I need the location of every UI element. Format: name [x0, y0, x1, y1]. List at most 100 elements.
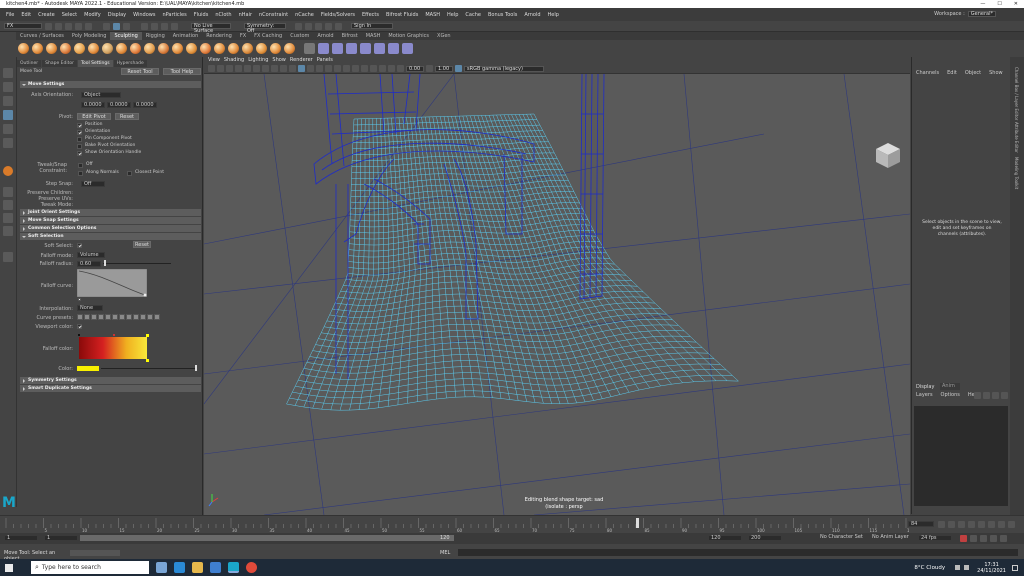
section-smart-duplicate[interactable]: Smart Duplicate Settings	[20, 385, 201, 392]
sculpt-brush-icon[interactable]	[172, 43, 183, 54]
viewport-menu-item[interactable]: Panels	[317, 57, 333, 64]
shelf-tab[interactable]: Poly Modeling	[68, 32, 111, 40]
current-time-marker[interactable]	[636, 518, 639, 528]
shelf-tab[interactable]: Arnold	[313, 32, 337, 40]
sculpt-tool-icon[interactable]	[388, 43, 399, 54]
pivot-reset-button[interactable]: Reset	[115, 113, 139, 120]
viewport-menu-item[interactable]: Renderer	[290, 57, 313, 64]
textured-icon[interactable]	[316, 65, 323, 72]
falloff-color-ramp[interactable]	[79, 337, 147, 359]
sculpt-brush-icon[interactable]	[144, 43, 155, 54]
clock[interactable]: 17:31 24/11/2021	[977, 562, 1006, 574]
shelf-tab[interactable]: MASH	[362, 32, 385, 40]
resolution-gate-icon[interactable]	[262, 65, 269, 72]
menu-item[interactable]: Arnold	[524, 12, 540, 18]
step-forward-key-icon[interactable]	[998, 521, 1005, 528]
audio-icon[interactable]	[980, 535, 987, 542]
shelf-tab[interactable]: FX Caching	[250, 32, 286, 40]
sculpt-brush-icon[interactable]	[18, 43, 29, 54]
safe-action-icon[interactable]	[289, 65, 296, 72]
range-bar[interactable]	[80, 535, 454, 541]
paint-select-icon[interactable]	[3, 96, 13, 106]
sculpt-tool-icon[interactable]	[360, 43, 371, 54]
shelf-tab[interactable]: Rigging	[142, 32, 169, 40]
grid-icon[interactable]	[244, 65, 251, 72]
sculpt-brush-icon[interactable]	[74, 43, 85, 54]
sculpt-brush-icon[interactable]	[186, 43, 197, 54]
hypershade-icon[interactable]	[325, 22, 332, 30]
reset-tool-button[interactable]: Reset Tool	[121, 68, 159, 75]
panel-tab[interactable]: Hypershade	[113, 60, 147, 67]
layout-two-icon[interactable]	[3, 213, 13, 223]
menu-item[interactable]: Fluids	[194, 12, 209, 18]
render-icon[interactable]	[295, 22, 302, 30]
gate-mask-icon[interactable]	[271, 65, 278, 72]
menu-item[interactable]: nCloth	[215, 12, 231, 18]
camera-attr-icon[interactable]	[217, 65, 224, 72]
side-tab-attribute-editor[interactable]: Attribute Editor	[1014, 122, 1019, 153]
anim-prefs-icon[interactable]	[970, 535, 977, 542]
section-joint-orient[interactable]: Joint Orient Settings	[20, 209, 201, 216]
store-icon[interactable]	[210, 562, 221, 573]
color-slider-handle[interactable]	[195, 365, 197, 371]
sculpt-tool-icon[interactable]	[346, 43, 357, 54]
soft-select-checkbox[interactable]	[77, 243, 82, 248]
viewport-panel[interactable]: View Shading Lighting Show Renderer Panels 0.…	[204, 57, 910, 515]
ramp-marker[interactable]	[113, 334, 115, 336]
viewport-menu-item[interactable]: View	[208, 57, 220, 64]
select-object-icon[interactable]	[113, 22, 120, 30]
curve-preset-icon[interactable]	[91, 314, 97, 320]
layer-down-icon[interactable]	[983, 392, 990, 399]
sculpt-brush-icon[interactable]	[32, 43, 43, 54]
chrome-icon[interactable]	[246, 562, 257, 573]
new-scene-icon[interactable]	[45, 22, 52, 30]
sculpt-tool-icon[interactable]	[374, 43, 385, 54]
cloth-wireframe[interactable]	[286, 113, 739, 411]
viewport-menu-item[interactable]: Lighting	[248, 57, 268, 64]
soft-reset-button[interactable]: Reset	[133, 241, 151, 248]
field-chart-icon[interactable]	[280, 65, 287, 72]
ramp-marker[interactable]	[146, 334, 149, 337]
sculpt-brush-icon[interactable]	[270, 43, 281, 54]
shelf-tab[interactable]: Motion Graphics	[384, 32, 433, 40]
menu-item[interactable]: MASH	[425, 12, 440, 18]
shelf-tab[interactable]: Curves / Surfaces	[16, 32, 68, 40]
curve-preset-icon[interactable]	[140, 314, 146, 320]
edge-icon[interactable]	[174, 562, 185, 573]
ramp-marker[interactable]	[78, 334, 80, 336]
new-layer-icon[interactable]	[992, 392, 999, 399]
gamma-field[interactable]: 1.00	[435, 65, 453, 72]
menu-item[interactable]: Bifrost Fluids	[386, 12, 418, 18]
move-tool-icon[interactable]	[3, 110, 13, 120]
sculpt-brush-icon[interactable]	[130, 43, 141, 54]
curve-preset-icon[interactable]	[126, 314, 132, 320]
start-frame-field[interactable]: 1	[4, 535, 38, 541]
sculpt-brush-icon[interactable]	[256, 43, 267, 54]
curve-preset-icon[interactable]	[112, 314, 118, 320]
taskbar-search[interactable]: ⌕ Type here to search	[31, 561, 149, 574]
ipr-icon[interactable]	[305, 22, 312, 30]
sculpt-tool-icon[interactable]	[318, 43, 329, 54]
weather-text[interactable]: 8°C Cloudy	[914, 565, 945, 571]
go-start-icon[interactable]	[938, 521, 945, 528]
pivot-checkbox[interactable]	[77, 130, 82, 135]
section-move-settings[interactable]: Move Settings	[20, 81, 201, 88]
scale-tool-icon[interactable]	[3, 138, 13, 148]
sculpt-brush-icon[interactable]	[116, 43, 127, 54]
viewport-canvas[interactable]	[204, 74, 910, 515]
falloff-radius-slider[interactable]	[103, 263, 171, 264]
channel-menu-item[interactable]: Show	[989, 70, 1003, 76]
step-forward-icon[interactable]	[988, 521, 995, 528]
close-button[interactable]: ✕	[1014, 0, 1018, 8]
select-hierarchy-icon[interactable]	[103, 22, 110, 30]
panel-tab[interactable]: Shape Editor	[42, 60, 77, 67]
menu-item[interactable]: Fields/Solvers	[321, 12, 355, 18]
pivot-checkbox[interactable]	[77, 123, 82, 128]
network-icon[interactable]	[955, 565, 961, 570]
render-view-icon[interactable]	[335, 22, 342, 30]
menu-item[interactable]: Cache	[465, 12, 481, 18]
channel-menu-item[interactable]: Object	[965, 70, 981, 76]
xray-joints-icon[interactable]	[388, 65, 395, 72]
curve-preset-icon[interactable]	[77, 314, 83, 320]
menu-item[interactable]: Modify	[84, 12, 101, 18]
